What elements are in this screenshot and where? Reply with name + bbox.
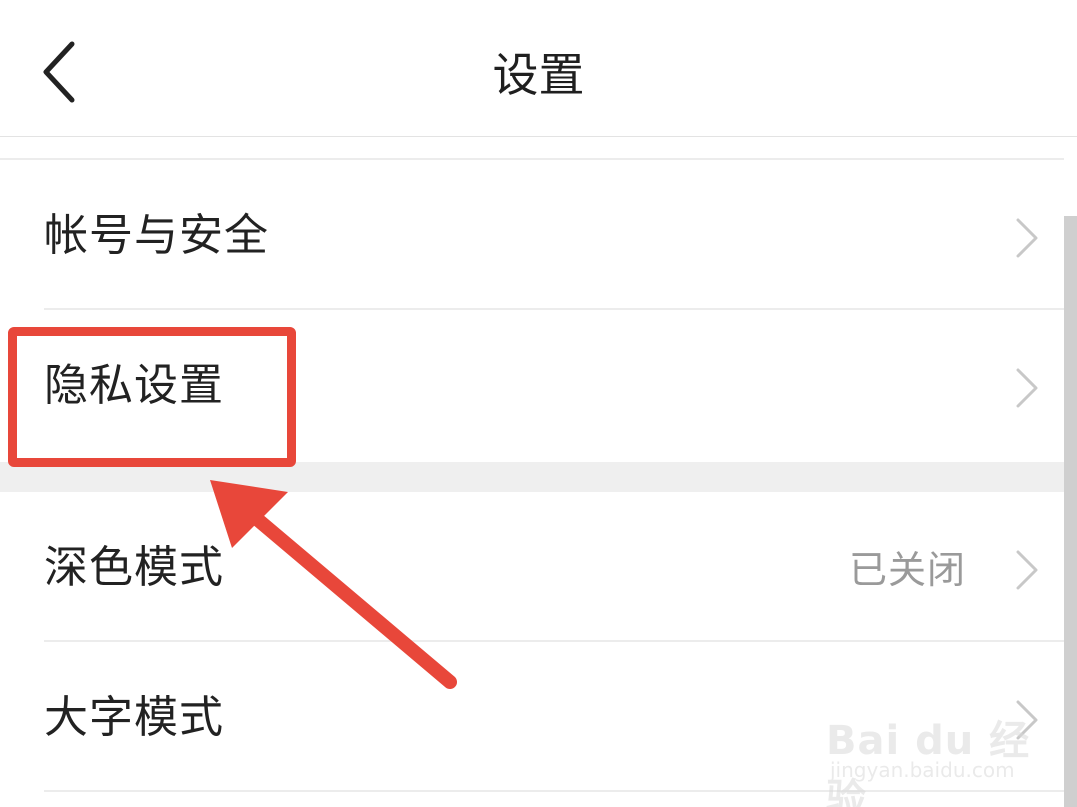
header-bar: 设置 bbox=[0, 0, 1077, 137]
scrollbar[interactable] bbox=[1064, 216, 1077, 807]
settings-screen: 设置 帐号与安全 隐私设置 深色模式 已关闭 大字模式 Bai du 经验 ji… bbox=[0, 0, 1077, 807]
highlight-box bbox=[8, 327, 296, 467]
divider bbox=[44, 308, 1064, 310]
watermark-url: jingyan.baidu.com bbox=[830, 758, 1015, 782]
baidu-watermark: Bai du 经验 jingyan.baidu.com bbox=[826, 690, 1036, 807]
settings-item-label: 帐号与安全 bbox=[44, 210, 269, 261]
settings-item-value: 已关闭 bbox=[848, 548, 966, 592]
settings-item-label: 大字模式 bbox=[44, 692, 224, 743]
pointer-arrow-icon bbox=[210, 480, 457, 689]
divider bbox=[44, 640, 1064, 642]
chevron-right-icon bbox=[1016, 218, 1038, 258]
settings-item-label: 深色模式 bbox=[44, 542, 224, 593]
settings-item-dark-mode[interactable]: 深色模式 已关闭 bbox=[0, 494, 1064, 642]
settings-item-account-security[interactable]: 帐号与安全 bbox=[0, 162, 1064, 310]
chevron-right-icon bbox=[1016, 368, 1038, 408]
page-title: 设置 bbox=[492, 48, 585, 102]
divider bbox=[0, 158, 1064, 160]
chevron-right-icon bbox=[1016, 550, 1038, 590]
